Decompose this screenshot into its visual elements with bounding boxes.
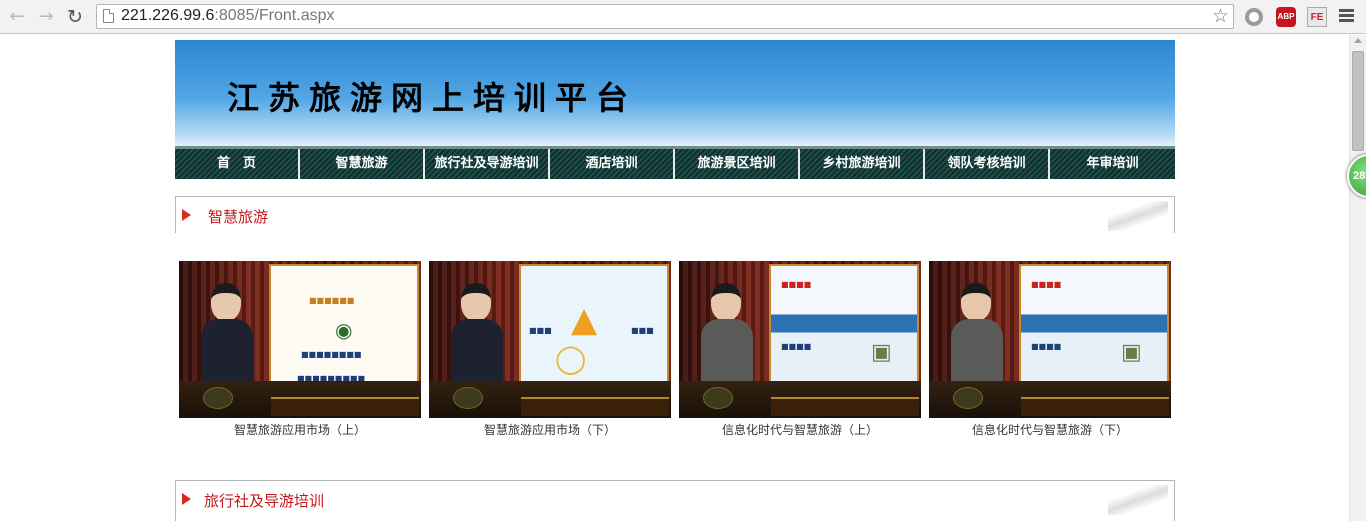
seal-icon (203, 387, 233, 409)
video-thumbnail[interactable]: ■■■■ ■■■■ ▣ (679, 261, 921, 418)
site-title: 江苏旅游网上培训平台 (227, 79, 638, 117)
nav-item-hotel[interactable]: 酒店培训 (550, 149, 675, 179)
video-card[interactable]: ▲ ◯ ■■■ ■■■ 智慧旅游应用市场（下） (429, 261, 671, 438)
lecturer-figure (951, 283, 1003, 383)
video-label[interactable]: 智慧旅游应用市场（上） (179, 421, 421, 438)
section-corner-decoration (1108, 201, 1168, 231)
nav-item-annual-review[interactable]: 年审培训 (1050, 149, 1175, 179)
lecture-slide: ▲ ◯ ■■■ ■■■ (519, 264, 669, 396)
page-icon (103, 9, 114, 23)
video-label[interactable]: 信息化时代与智慧旅游（下） (929, 421, 1171, 438)
browser-toolbar: ← → ↻ 221.226.99.6:8085/Front.aspx ☆ ABP… (0, 0, 1366, 34)
page-scrollbar[interactable] (1349, 35, 1366, 521)
lecture-slide: ■■■■■■ ◉ ■■■■■■■■ ■■■■■■■■■ (269, 264, 419, 396)
extension-circle-icon[interactable] (1245, 8, 1263, 26)
video-label[interactable]: 智慧旅游应用市场（下） (429, 421, 671, 438)
nav-item-scenic-area[interactable]: 旅游景区培训 (675, 149, 800, 179)
lecturer-figure (451, 283, 503, 383)
fe-extension-icon[interactable]: FE (1307, 7, 1327, 27)
section-arrow-icon (182, 209, 191, 221)
nav-item-home[interactable]: 首 页 (175, 149, 300, 179)
section-arrow-icon (182, 493, 191, 505)
video-card[interactable]: ■■■■ ■■■■ ▣ 信息化时代与智慧旅游（上） (679, 261, 921, 438)
url-path: :8085/Front.aspx (214, 7, 335, 24)
section-title[interactable]: 智慧旅游 (208, 206, 268, 227)
seal-icon (953, 387, 983, 409)
back-arrow-icon[interactable]: ← (6, 6, 28, 28)
lecture-caption-bar (1021, 397, 1169, 416)
nav-item-travel-agency[interactable]: 旅行社及导游培训 (425, 149, 550, 179)
scroll-up-arrow-icon[interactable] (1354, 38, 1362, 43)
nav-item-smart-tourism[interactable]: 智慧旅游 (300, 149, 425, 179)
section-corner-decoration (1108, 485, 1168, 515)
lecturer-figure (201, 283, 253, 383)
url-host: 221.226.99.6 (121, 7, 215, 24)
seal-icon (453, 387, 483, 409)
section-header-smart-tourism: 智慧旅游 (175, 196, 1175, 233)
adblock-extension-icon[interactable]: ABP (1276, 7, 1296, 27)
video-thumbnail[interactable]: ■■■■■■ ◉ ■■■■■■■■ ■■■■■■■■■ (179, 261, 421, 418)
lecture-caption-bar (271, 397, 419, 416)
video-card[interactable]: ■■■■■■ ◉ ■■■■■■■■ ■■■■■■■■■ 智慧旅游应用市场（上） (179, 261, 421, 438)
address-bar[interactable]: 221.226.99.6:8085/Front.aspx ☆ (96, 4, 1234, 29)
lecturer-figure (701, 283, 753, 383)
video-thumbnail[interactable]: ■■■■ ■■■■ ▣ (929, 261, 1171, 418)
lecture-caption-bar (521, 397, 669, 416)
nav-item-tour-leader[interactable]: 领队考核培训 (925, 149, 1050, 179)
bookmark-star-icon[interactable]: ☆ (1212, 5, 1229, 27)
scroll-thumb[interactable] (1352, 51, 1364, 151)
video-label[interactable]: 信息化时代与智慧旅游（上） (679, 421, 921, 438)
forward-arrow-icon[interactable]: → (35, 6, 57, 28)
video-thumbnail[interactable]: ▲ ◯ ■■■ ■■■ (429, 261, 671, 418)
reload-icon[interactable]: ↻ (64, 6, 86, 28)
video-card[interactable]: ■■■■ ■■■■ ▣ 信息化时代与智慧旅游（下） (929, 261, 1171, 438)
menu-icon[interactable] (1339, 9, 1354, 23)
nav-item-rural-tourism[interactable]: 乡村旅游培训 (800, 149, 925, 179)
lecture-slide: ■■■■ ■■■■ ▣ (769, 264, 919, 396)
url-text[interactable]: 221.226.99.6:8085/Front.aspx (121, 7, 335, 25)
section-header-travel-agency: 旅行社及导游培训 (175, 480, 1175, 521)
main-nav: 首 页 智慧旅游 旅行社及导游培训 酒店培训 旅游景区培训 乡村旅游培训 领队考… (175, 146, 1175, 179)
section-title[interactable]: 旅行社及导游培训 (204, 490, 324, 511)
lecture-slide: ■■■■ ■■■■ ▣ (1019, 264, 1169, 396)
lecture-caption-bar (771, 397, 919, 416)
site-banner: 江苏旅游网上培训平台 (175, 40, 1175, 146)
seal-icon (703, 387, 733, 409)
